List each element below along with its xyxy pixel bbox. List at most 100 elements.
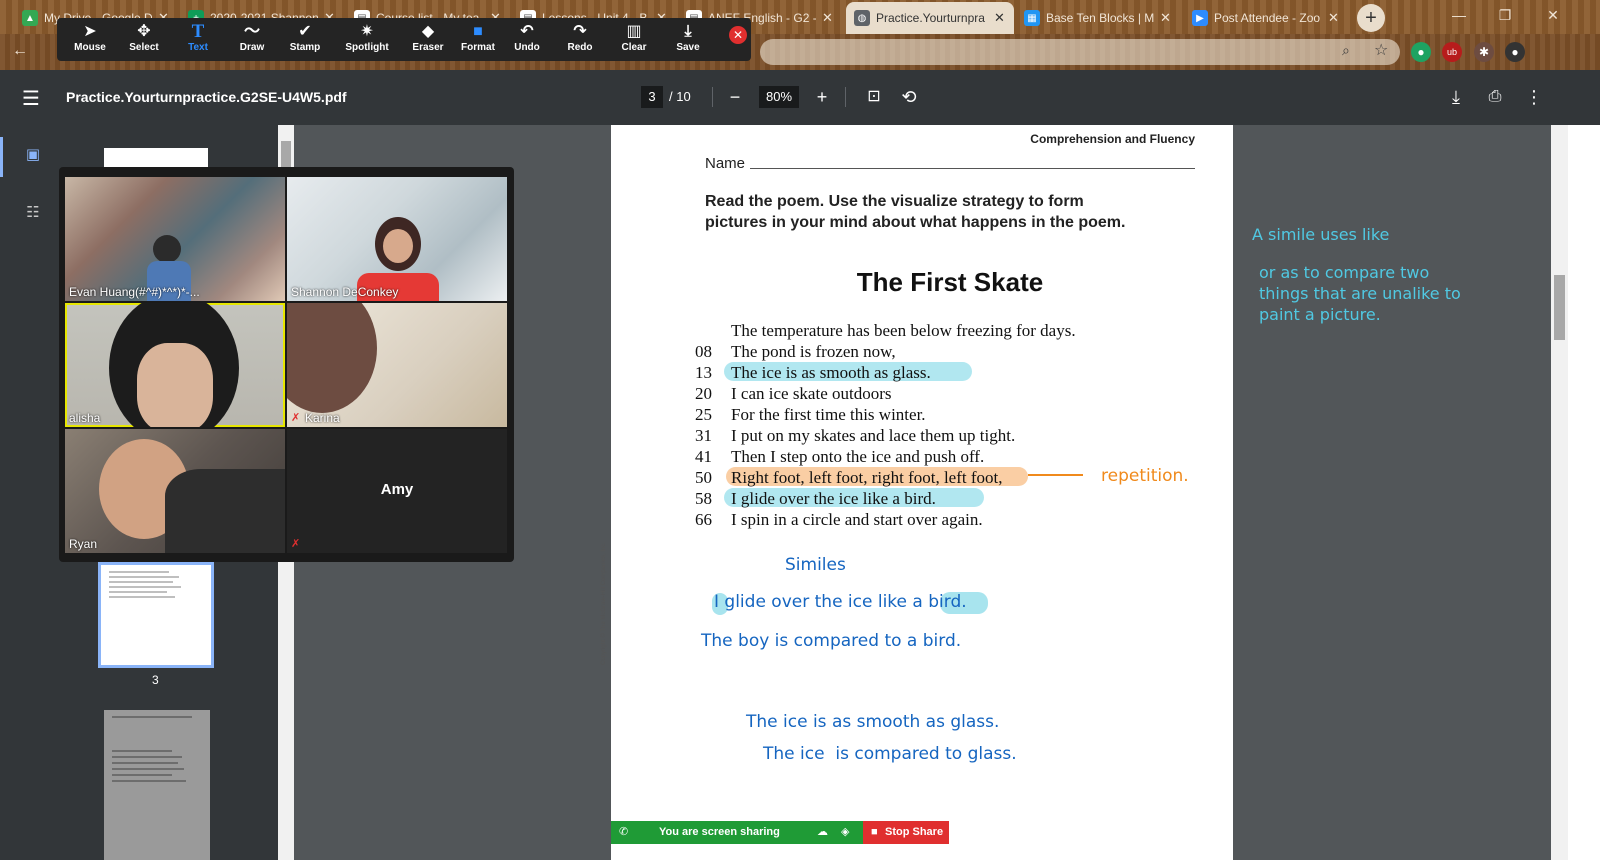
line-text: I glide over the ice like a bird.: [731, 489, 936, 508]
line-text: The temperature has been below freezing …: [731, 321, 1076, 340]
fit-page-icon[interactable]: ⊡: [861, 84, 887, 110]
extensions-puzzle-icon[interactable]: ✱: [1474, 42, 1494, 62]
annotation-repetition: repetition.: [1101, 466, 1189, 486]
line-number: [695, 320, 731, 341]
tool-undo[interactable]: ↶ Undo: [502, 22, 552, 58]
thumb-line: [109, 576, 179, 578]
line-text: The ice is as smooth as glass.: [731, 363, 931, 382]
page-total: / 10: [669, 89, 691, 104]
browser-tab-base-ten-blocks[interactable]: ▦ Base Ten Blocks | Ma ✕: [1016, 2, 1180, 34]
line-number: 25: [695, 405, 712, 424]
thumb-line: [112, 756, 182, 758]
poem-line: 50 Right foot, left foot, right foot, lef…: [695, 467, 1076, 488]
sidebar-rail: ▣ ☷: [0, 125, 66, 860]
copyright-text: Copyright © The McGraw-Hill Companies, I…: [601, 542, 607, 665]
tool-spotlight[interactable]: ✷ Spotlight: [342, 22, 392, 58]
close-tab-icon[interactable]: ✕: [1160, 10, 1172, 26]
participant-silhouette: [165, 469, 285, 553]
extension-icon[interactable]: ●: [1411, 42, 1431, 62]
line-number: 13: [695, 363, 712, 382]
restore-window-icon[interactable]: ❐: [1482, 0, 1528, 30]
close-tab-icon[interactable]: ✕: [1328, 10, 1340, 26]
page-thumbnail-4[interactable]: [104, 710, 210, 860]
annotation-comparison-1: The boy is compared to a bird.: [701, 631, 962, 651]
trash-icon: ▥: [626, 23, 642, 40]
tool-draw[interactable]: 〜 Draw: [227, 22, 277, 58]
video-tile-shannon[interactable]: Shannon DeConkey: [287, 177, 507, 301]
tool-format[interactable]: ■ Format: [453, 22, 503, 58]
print-icon[interactable]: ⎙: [1482, 84, 1508, 110]
page-thumbnail-3[interactable]: [98, 562, 214, 668]
zoom-magnifier-icon[interactable]: ⌕: [1342, 42, 1350, 59]
line-number: 31: [695, 426, 712, 445]
thumb-line: [109, 571, 169, 573]
new-tab-button[interactable]: +: [1357, 4, 1385, 32]
annotation-simile-example-1: I glide over the ice like a bird.: [714, 592, 967, 612]
poem-line: 08 The pond is frozen now,: [695, 341, 1076, 362]
more-options-icon[interactable]: ⋮: [1521, 84, 1547, 110]
line-number: 20: [695, 384, 712, 403]
thumb-line: [112, 774, 172, 776]
omnibox[interactable]: [760, 39, 1400, 65]
annotation-similes-heading: Similes: [785, 555, 846, 575]
poem-line: 66 I spin in a circle and start over agai…: [695, 509, 1076, 530]
zoom-level-input[interactable]: 80%: [759, 86, 799, 108]
page-number-input[interactable]: 3: [641, 86, 663, 108]
scrollbar-thumb[interactable]: [1554, 275, 1565, 340]
zoom-in-button[interactable]: +: [809, 84, 835, 110]
minimize-window-icon[interactable]: —: [1436, 0, 1482, 30]
close-tab-icon[interactable]: ✕: [822, 10, 834, 26]
participant-name: alisha: [69, 411, 101, 425]
poem-line: 41 Then I step onto the ice and push off.: [695, 446, 1076, 467]
profile-avatar[interactable]: ●: [1505, 42, 1525, 62]
tool-mouse[interactable]: ➤ Mouse: [65, 22, 115, 58]
video-tile-alisha[interactable]: alisha: [65, 303, 285, 427]
phone-icon: ✆: [619, 826, 629, 838]
close-toolbar-button[interactable]: ✕: [729, 26, 747, 44]
video-tile-evan[interactable]: Evan Huang(#^#)*^*)*-...: [65, 177, 285, 301]
rotate-icon[interactable]: ⟲: [896, 84, 922, 110]
tool-eraser[interactable]: ◆ Eraser: [403, 22, 453, 58]
browser-tab-practice-pdf[interactable]: ◍ Practice.Yourturnpra ✕: [846, 2, 1014, 34]
tool-stamp[interactable]: ✔ Stamp: [280, 22, 330, 58]
close-tab-icon[interactable]: ✕: [994, 10, 1006, 26]
video-tile-karina[interactable]: ✗ Karina: [287, 303, 507, 427]
download-icon[interactable]: ⤓: [1443, 84, 1469, 110]
line-text: I spin in a circle and start over again.: [731, 510, 983, 529]
browser-tab-post-attendee-zoom[interactable]: ▶ Post Attendee - Zoo ✕: [1184, 2, 1348, 34]
tool-clear[interactable]: ▥ Clear: [609, 22, 659, 58]
definition-line: paint a picture.: [1259, 305, 1381, 324]
selected-indicator: [0, 137, 3, 177]
video-tile-ryan[interactable]: Ryan: [65, 429, 285, 553]
annotation-comparison-2: The ice is compared to glass.: [763, 744, 1017, 764]
name-underline: [750, 168, 1195, 169]
cloud-icon: ☁: [817, 826, 828, 838]
line-text: Then I step onto the ice and push off.: [731, 447, 985, 466]
tool-text[interactable]: T Text: [173, 22, 223, 58]
zoom-out-button[interactable]: −: [722, 84, 748, 110]
tool-select[interactable]: ✥ Select: [119, 22, 169, 58]
document-scrollbar[interactable]: [1551, 125, 1568, 860]
participant-name: Shannon DeConkey: [291, 285, 399, 299]
participant-name: Ryan: [69, 537, 98, 551]
video-tile-amy[interactable]: Amy ✗: [287, 429, 507, 553]
stop-share-button[interactable]: ■ Stop Share: [863, 821, 949, 844]
line-number: 66: [695, 510, 712, 529]
thumbnails-view-icon[interactable]: ▣: [23, 145, 43, 165]
ublock-icon[interactable]: ub: [1442, 42, 1462, 62]
poem-line: 20 I can ice skate outdoors: [695, 383, 1076, 404]
participant-silhouette: [287, 303, 377, 413]
line-number: 08: [695, 342, 712, 361]
zoom-annotation-toolbar: ➤ Mouse ✥ Select T Text 〜 Draw ✔ Stamp ✷ Spotl…: [57, 18, 751, 61]
page-thumbnail-2[interactable]: [104, 148, 208, 168]
instruction-line: pictures in your mind about what happens…: [705, 214, 1126, 231]
zoom-video-gallery[interactable]: Evan Huang(#^#)*^*)*-... Shannon DeConke…: [59, 167, 514, 562]
close-window-icon[interactable]: ✕: [1530, 0, 1576, 30]
outline-view-icon[interactable]: ☷: [23, 203, 43, 223]
tool-save[interactable]: ⤓ Save: [663, 22, 713, 58]
bookmark-star-icon[interactable]: ☆: [1374, 40, 1388, 60]
tool-redo[interactable]: ↷ Redo: [555, 22, 605, 58]
hamburger-menu-icon[interactable]: ☰: [22, 86, 40, 111]
back-arrow-icon[interactable]: ←: [12, 42, 28, 60]
pdf-viewer-toolbar: ☰ Practice.Yourturnpractice.G2SE-U4W5.pd…: [0, 70, 1600, 125]
